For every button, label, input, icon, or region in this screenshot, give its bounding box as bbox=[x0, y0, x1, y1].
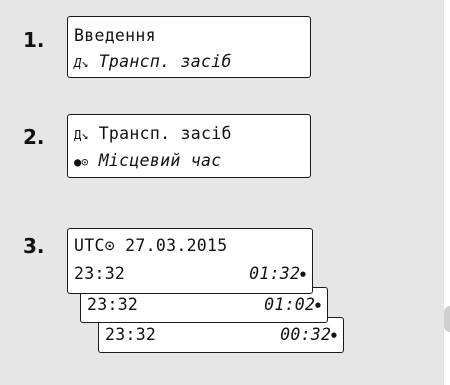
step-2-display: Д↘ Трансп. засіб ●⊙ Місцевий час bbox=[67, 114, 311, 178]
utc-time: 23:32 bbox=[87, 295, 139, 314]
menu-item-vehicle: Трансп. засіб bbox=[98, 52, 232, 71]
edge-decoration bbox=[444, 306, 450, 332]
menu-item-local-time: Місцевий час bbox=[98, 151, 222, 170]
menu-title: Трансп. засіб bbox=[98, 124, 232, 143]
menu-title: Введення bbox=[74, 26, 156, 45]
step-1-display: Введення Д↘ Трансп. засіб bbox=[67, 16, 311, 78]
step-1-number: 1. bbox=[23, 28, 45, 52]
selection-dot-icon: ● bbox=[300, 269, 306, 280]
local-time-icon: ●⊙ bbox=[74, 155, 89, 169]
vehicle-entry-icon: Д↘ bbox=[74, 56, 89, 70]
utc-time: 23:32 bbox=[105, 325, 157, 344]
utc-time: 23:32 bbox=[74, 264, 126, 283]
local-time-value: 01:02 bbox=[264, 295, 316, 314]
step-3-number: 3. bbox=[23, 234, 45, 258]
selection-dot-icon: ● bbox=[315, 300, 321, 311]
local-time-value: 01:32 bbox=[249, 264, 301, 283]
utc-date: UTC⊙ 27.03.2015 bbox=[74, 236, 228, 255]
vehicle-entry-icon: Д↘ bbox=[74, 128, 89, 142]
local-time-value: 00:32 bbox=[280, 325, 332, 344]
time-display-1: UTC⊙ 27.03.2015 23:32 01:32● bbox=[67, 228, 313, 294]
step-2-number: 2. bbox=[23, 125, 45, 149]
selection-dot-icon: ● bbox=[331, 330, 337, 341]
